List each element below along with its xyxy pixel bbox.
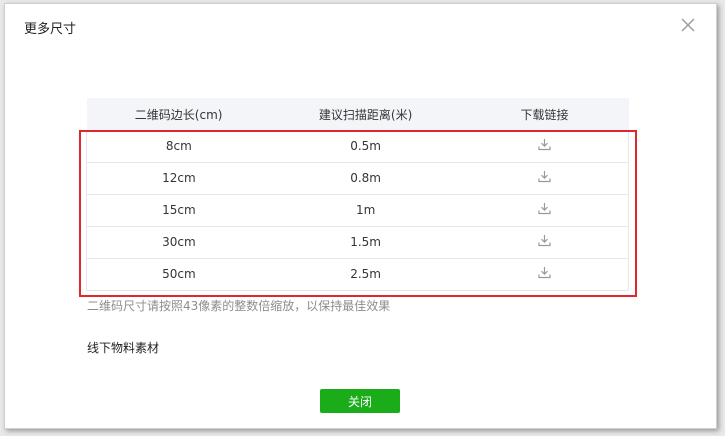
table-row: 12cm 0.8m — [85, 162, 630, 195]
cell-download — [460, 194, 630, 227]
cell-download — [460, 226, 630, 259]
header-qr-size: 二维码边长(cm) — [86, 98, 271, 130]
cell-distance: 1.5m — [270, 226, 461, 259]
table-row: 15cm 1m — [85, 194, 630, 227]
header-download-link: 下载链接 — [460, 98, 629, 130]
cell-download — [460, 130, 630, 163]
cell-size: 12cm — [85, 162, 271, 195]
dialog-title: 更多尺寸 — [24, 22, 77, 37]
cell-size: 30cm — [85, 226, 271, 259]
cell-distance: 0.5m — [270, 130, 461, 163]
cell-distance: 2.5m — [270, 258, 461, 291]
close-x-icon[interactable] — [680, 17, 696, 33]
download-icon[interactable] — [538, 266, 551, 282]
table-row: 30cm 1.5m — [85, 226, 630, 259]
download-icon[interactable] — [538, 202, 551, 218]
cell-distance: 0.8m — [270, 162, 461, 195]
cell-download — [460, 162, 630, 195]
size-table: 二维码边长(cm) 建议扫描距离(米) 下载链接 8cm 0.5m 12cm 0… — [85, 98, 630, 291]
table-header-row: 二维码边长(cm) 建议扫描距离(米) 下载链接 — [86, 98, 629, 130]
table-row: 50cm 2.5m — [85, 258, 630, 291]
cell-size: 50cm — [85, 258, 271, 291]
offline-materials-title: 线下物料素材 — [87, 341, 160, 355]
cell-size: 8cm — [85, 130, 271, 163]
close-button[interactable]: 关闭 — [320, 389, 400, 413]
cell-size: 15cm — [85, 194, 271, 227]
header-scan-distance: 建议扫描距离(米) — [270, 98, 461, 130]
table-row: 8cm 0.5m — [85, 130, 630, 163]
cell-distance: 1m — [270, 194, 461, 227]
download-icon[interactable] — [538, 170, 551, 186]
more-sizes-dialog: 更多尺寸 二维码边长(cm) 建议扫描距离(米) 下载链接 8cm 0.5m 1… — [4, 3, 717, 429]
download-icon[interactable] — [538, 138, 551, 154]
cell-download — [460, 258, 630, 291]
download-icon[interactable] — [538, 234, 551, 250]
scaling-note: 二维码尺寸请按照43像素的整数倍缩放，以保持最佳效果 — [87, 299, 391, 313]
